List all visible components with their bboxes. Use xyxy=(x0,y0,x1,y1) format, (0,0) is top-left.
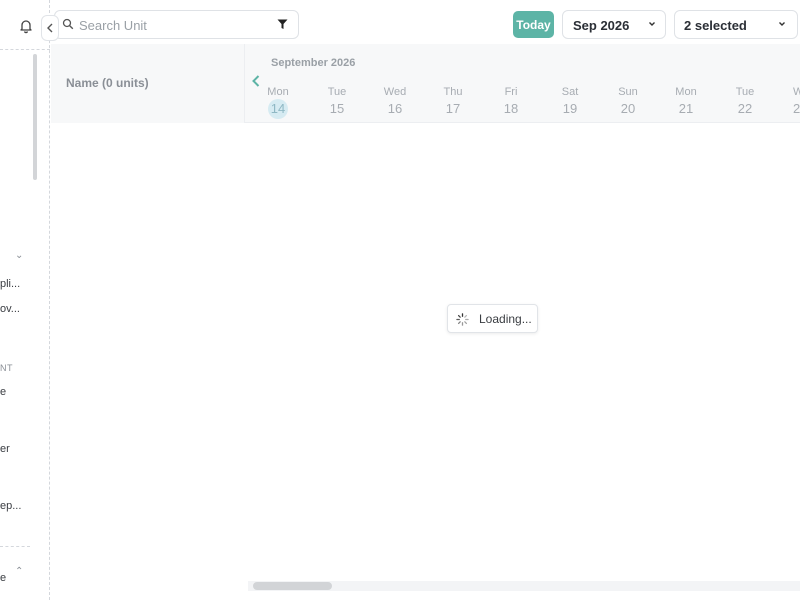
units-select[interactable]: 2 selected xyxy=(674,10,798,39)
sidebar-item-5[interactable]: ep... xyxy=(0,500,24,512)
sidebar-item-4[interactable]: er xyxy=(0,443,12,455)
sidebar-collapse-button[interactable] xyxy=(41,15,59,41)
day-column-header[interactable]: Tue 15 xyxy=(317,86,357,116)
day-name: Wed xyxy=(383,86,407,98)
day-number: 19 xyxy=(562,101,578,116)
day-column-header[interactable]: Tue 22 xyxy=(725,86,765,116)
sidebar: ⌄ pli... ov... NT e er ep... e ⌃ xyxy=(0,0,50,600)
sidebar-divider xyxy=(0,546,30,547)
today-button[interactable]: Today xyxy=(513,11,554,38)
chevron-down-icon xyxy=(649,22,655,26)
day-column-header[interactable]: Mon 21 xyxy=(666,86,706,116)
sidebar-scrollbar[interactable] xyxy=(33,54,37,180)
spinner-icon xyxy=(456,313,469,326)
calendar-month-label: September 2026 xyxy=(271,57,356,69)
horizontal-scrollbar-thumb[interactable] xyxy=(253,582,332,590)
search-box xyxy=(54,10,299,39)
bell-icon[interactable] xyxy=(18,18,34,34)
sidebar-section-label: NT xyxy=(0,363,13,373)
day-name: Sun xyxy=(618,86,638,98)
day-number: 20 xyxy=(620,101,636,116)
day-number: 17 xyxy=(445,101,461,116)
sidebar-item-1[interactable]: pli... xyxy=(0,278,24,290)
chevron-left-icon xyxy=(47,23,53,33)
name-column-header: Name (0 units) xyxy=(51,44,245,123)
calendar-header: Name (0 units) September 2026 Mon 14 Tue… xyxy=(51,44,800,123)
day-name: Tue xyxy=(735,86,755,98)
sidebar-item-2[interactable]: ov... xyxy=(0,303,24,315)
day-name: Fri xyxy=(504,86,518,98)
units-select-value: 2 selected xyxy=(684,18,747,33)
chevron-down-icon[interactable]: ⌄ xyxy=(15,250,23,261)
day-number: 16 xyxy=(387,101,403,116)
day-column-header[interactable]: Sun 20 xyxy=(608,86,648,116)
day-number: 15 xyxy=(329,101,345,116)
day-name: Sat xyxy=(561,86,579,98)
filter-icon[interactable] xyxy=(277,19,288,30)
chevron-up-icon[interactable]: ⌃ xyxy=(15,566,23,577)
loading-indicator: Loading... xyxy=(447,304,538,333)
day-name: Mon xyxy=(267,86,289,98)
day-column-header[interactable]: Thu 17 xyxy=(433,86,473,116)
sidebar-item-6[interactable]: e xyxy=(0,572,10,584)
day-name: W xyxy=(793,86,800,98)
day-column-header[interactable]: Mon 14 xyxy=(258,86,298,119)
day-number: 14 xyxy=(268,99,288,119)
month-select[interactable]: Sep 2026 xyxy=(562,10,666,39)
day-column-header[interactable]: Fri 18 xyxy=(491,86,531,116)
loading-label: Loading... xyxy=(479,312,532,326)
day-name: Mon xyxy=(675,86,697,98)
day-name: Tue xyxy=(327,86,347,98)
month-select-value: Sep 2026 xyxy=(573,18,630,33)
day-column-header[interactable]: Wed 16 xyxy=(375,86,415,116)
search-icon xyxy=(62,18,74,30)
chevron-down-icon xyxy=(779,22,785,26)
search-input[interactable] xyxy=(79,15,269,35)
day-column-header[interactable]: Sat 19 xyxy=(550,86,590,116)
day-column-header[interactable]: W 2 xyxy=(783,86,800,116)
day-number: 21 xyxy=(678,101,694,116)
day-number: 18 xyxy=(503,101,519,116)
sidebar-item-3[interactable]: e xyxy=(0,386,10,398)
day-number: 2 xyxy=(793,101,800,116)
day-number: 22 xyxy=(737,101,753,116)
day-name: Thu xyxy=(443,86,463,98)
name-column-label[interactable]: Name (0 units) xyxy=(66,76,149,90)
